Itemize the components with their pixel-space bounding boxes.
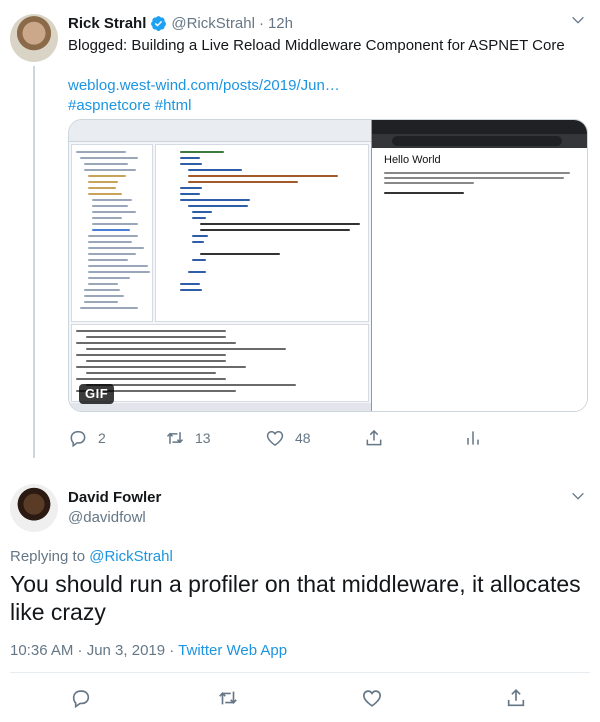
tweet-text: You should run a profiler on that middle…	[10, 571, 581, 625]
retweet-action[interactable]: 13	[165, 428, 211, 448]
hashtag-links[interactable]: #aspnetcore #html	[68, 96, 588, 116]
ide-toolbar	[69, 120, 371, 142]
reply-count: 2	[98, 430, 106, 446]
author-name[interactable]: Rick Strahl	[68, 15, 146, 32]
reply-action[interactable]: 2	[68, 428, 106, 448]
ide-status-bar	[69, 403, 371, 411]
chevron-down-icon[interactable]	[570, 12, 586, 28]
divider	[10, 672, 590, 673]
browser-tab-strip	[372, 120, 587, 134]
tweet-rick-strahl[interactable]: Rick Strahl @RickStrahl · 12h Blogged: B…	[0, 0, 600, 470]
tweet-text: Blogged: Building a Live Reload Middlewa…	[68, 36, 588, 116]
replying-to-link[interactable]: @RickStrahl	[89, 548, 173, 565]
share-icon[interactable]	[505, 687, 527, 709]
avatar[interactable]	[10, 14, 58, 62]
retweet-count: 13	[195, 430, 211, 446]
tweet-source-link[interactable]: Twitter Web App	[178, 642, 287, 659]
tweet-meta: 10:36 AM · Jun 3, 2019 · Twitter Web App	[10, 642, 287, 659]
thread-connector-line	[33, 66, 35, 458]
separator-dot: ·	[258, 14, 264, 32]
retweet-icon[interactable]	[165, 428, 185, 448]
ide-console-output	[71, 324, 369, 402]
heart-icon[interactable]	[265, 428, 285, 448]
avatar[interactable]	[10, 484, 58, 532]
analytics-icon[interactable]	[463, 428, 483, 448]
heart-icon[interactable]	[361, 687, 383, 709]
reply-icon[interactable]	[70, 687, 92, 709]
browser-address-bar	[372, 134, 587, 148]
reply-action[interactable]	[70, 687, 92, 709]
tweet-time[interactable]: 12h	[268, 15, 293, 32]
tweet-timestamp[interactable]: 10:36 AM · Jun 3, 2019 ·	[10, 642, 178, 659]
ide-code-editor	[155, 144, 369, 322]
tweet-header: Rick Strahl @RickStrahl · 12h	[68, 12, 293, 34]
author-handle[interactable]: @RickStrahl	[171, 15, 255, 32]
retweet-action[interactable]	[217, 688, 239, 708]
author-name[interactable]: David Fowler	[68, 489, 161, 506]
gif-badge: GIF	[79, 384, 115, 404]
browser-screenshot: Hello World	[371, 120, 587, 411]
chevron-down-icon[interactable]	[570, 488, 586, 504]
share-icon[interactable]	[364, 428, 384, 448]
analytics-action[interactable]	[463, 428, 483, 448]
ide-project-tree	[71, 144, 153, 322]
article-link[interactable]: weblog.west-wind.com/posts/2019/Jun…	[68, 76, 588, 96]
share-action[interactable]	[505, 688, 527, 708]
tweet-body: Blogged: Building a Live Reload Middlewa…	[68, 37, 565, 54]
like-action[interactable]	[361, 688, 383, 708]
share-action[interactable]	[364, 428, 384, 448]
like-count: 48	[295, 430, 311, 446]
author-handle[interactable]: @davidfowl	[68, 509, 146, 526]
browser-page-heading: Hello World	[384, 154, 441, 166]
retweet-icon[interactable]	[217, 687, 239, 709]
replying-to-line: Replying to @RickStrahl	[10, 548, 173, 565]
reply-icon[interactable]	[68, 428, 88, 448]
gif-media[interactable]: Hello World GIF	[68, 119, 588, 412]
ide-screenshot	[69, 120, 371, 411]
like-action[interactable]: 48	[265, 428, 311, 448]
replying-prefix: Replying to	[10, 548, 86, 565]
verified-badge-icon	[151, 15, 167, 31]
